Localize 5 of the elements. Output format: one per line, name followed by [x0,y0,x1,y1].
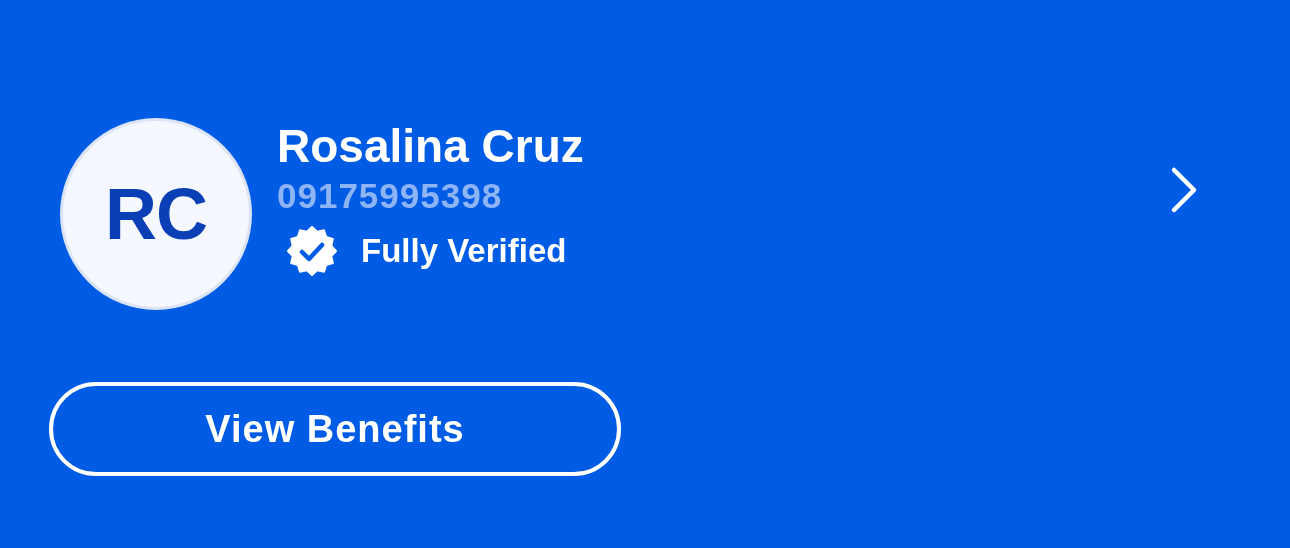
user-name: Rosalina Cruz [277,119,584,174]
verification-status: Fully Verified [361,231,567,272]
avatar-initials: RC [105,173,207,256]
view-benefits-button[interactable]: View Benefits [49,382,621,476]
phone-number: 09175995398 [277,175,504,217]
